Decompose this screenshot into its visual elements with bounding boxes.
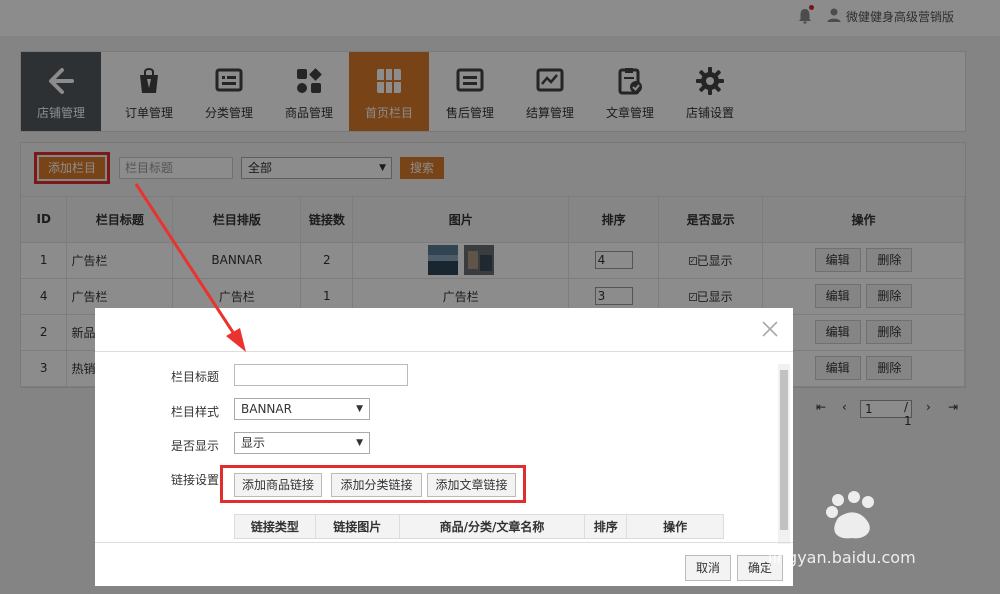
show-field-label: 是否显示 bbox=[171, 439, 220, 453]
column-header: 排序 bbox=[584, 514, 628, 539]
close-icon[interactable] bbox=[761, 320, 779, 338]
baidu-logo-icon bbox=[826, 491, 874, 539]
dialog-header bbox=[95, 308, 793, 352]
dialog-footer: 取消 确定 bbox=[95, 542, 793, 586]
watermark: jingyan.baidu.com bbox=[768, 488, 996, 580]
visibility-value: 显示 bbox=[241, 436, 266, 450]
links-table: 链接类型 链接图片 商品/分类/文章名称 排序 操作 bbox=[234, 514, 724, 539]
chevron-down-icon: ▼ bbox=[356, 404, 363, 414]
chevron-down-icon: ▼ bbox=[356, 438, 363, 448]
column-header: 商品/分类/文章名称 bbox=[398, 514, 586, 539]
column-style-select[interactable]: BANNAR ▼ bbox=[234, 398, 370, 420]
add-category-link-button[interactable]: 添加分类链接 bbox=[331, 473, 422, 497]
column-style-value: BANNAR bbox=[241, 402, 292, 416]
links-header-row: 链接类型 链接图片 商品/分类/文章名称 排序 操作 bbox=[234, 514, 724, 539]
title-field-label: 栏目标题 bbox=[171, 370, 220, 384]
add-article-link-button[interactable]: 添加文章链接 bbox=[427, 473, 516, 497]
column-header: 链接图片 bbox=[314, 514, 400, 539]
column-header: 链接类型 bbox=[234, 514, 316, 539]
column-header: 操作 bbox=[626, 514, 724, 539]
watermark-text: jingyan.baidu.com bbox=[768, 548, 916, 567]
visibility-select[interactable]: 显示 ▼ bbox=[234, 432, 370, 454]
cancel-button[interactable]: 取消 bbox=[685, 555, 731, 581]
style-field-label: 栏目样式 bbox=[171, 405, 220, 419]
add-column-dialog: 栏目标题 栏目样式 BANNAR ▼ 是否显示 显示 ▼ 链接设置 添加商品链接… bbox=[95, 308, 793, 586]
column-title-field[interactable] bbox=[234, 364, 408, 386]
add-product-link-button[interactable]: 添加商品链接 bbox=[234, 473, 322, 497]
link-settings-label: 链接设置 bbox=[171, 473, 220, 487]
